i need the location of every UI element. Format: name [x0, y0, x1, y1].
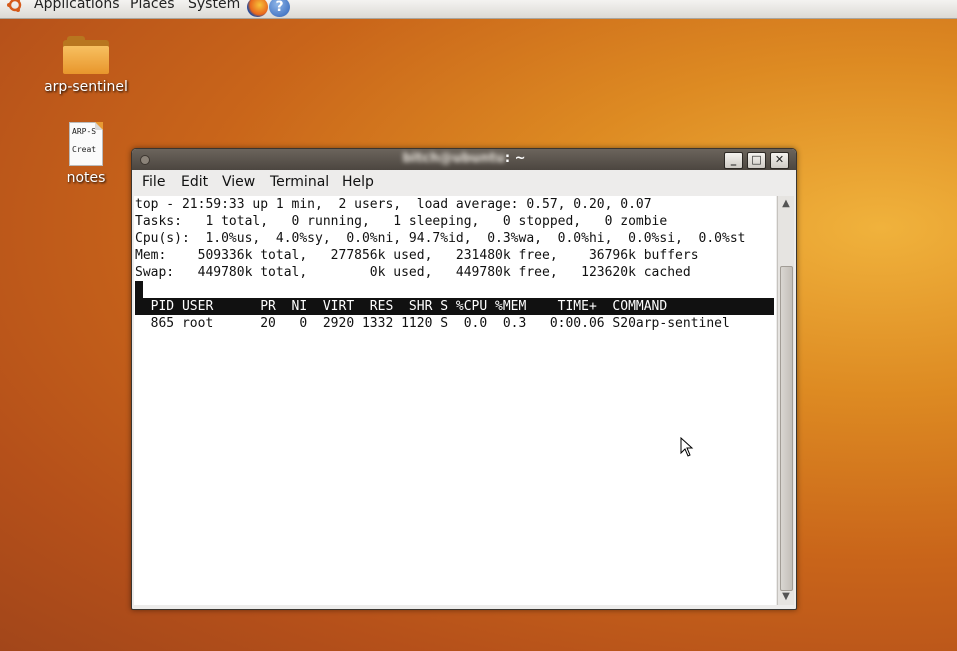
help-icon[interactable]: ?: [269, 0, 290, 17]
scrollbar-thumb[interactable]: [780, 266, 793, 591]
terminal-scrollbar[interactable]: ▲ ▼: [777, 196, 794, 605]
text-file-icon: ARP-S Creat: [69, 122, 103, 166]
scroll-down-arrow-icon[interactable]: ▼: [778, 589, 794, 605]
process-row: 865 root 20 0 2920 1332 1120 S 0.0 0.3 0…: [135, 316, 730, 331]
top-summary-line: top - 21:59:33 up 1 min, 2 users, load a…: [135, 197, 652, 212]
menu-view[interactable]: View: [222, 174, 255, 190]
desktop-icon-arp-sentinel[interactable]: arp-sentinel: [36, 36, 136, 95]
firefox-icon[interactable]: [247, 0, 268, 17]
text-cursor: [135, 281, 143, 298]
folder-icon: [63, 36, 109, 74]
scroll-up-arrow-icon[interactable]: ▲: [778, 196, 794, 212]
menu-edit[interactable]: Edit: [181, 174, 208, 190]
menu-terminal[interactable]: Terminal: [270, 174, 329, 190]
mem-line: Mem: 509336k total, 277856k used, 231480…: [135, 248, 699, 263]
system-menu[interactable]: System: [188, 0, 240, 12]
desktop-icon-label: arp-sentinel: [44, 79, 128, 95]
minimize-button[interactable]: _: [724, 152, 743, 169]
tasks-line: Tasks: 1 total, 0 running, 1 sleeping, 0…: [135, 214, 668, 229]
menu-help[interactable]: Help: [342, 174, 374, 190]
menu-file[interactable]: File: [142, 174, 165, 190]
swap-line: Swap: 449780k total, 0k used, 449780k fr…: [135, 265, 691, 280]
desktop-icon-label: notes: [66, 170, 106, 186]
mouse-pointer-icon: [680, 437, 694, 457]
window-titlebar[interactable]: bitch@ubuntu: ~ _ □ ✕: [132, 149, 796, 170]
desktop-icon-notes[interactable]: ARP-S Creat notes: [36, 122, 136, 186]
top-panel: Applications Places System ?: [0, 0, 957, 19]
places-menu[interactable]: Places: [130, 0, 175, 12]
window-title: bitch@ubuntu: ~: [402, 151, 526, 166]
terminal-output[interactable]: top - 21:59:33 up 1 min, 2 users, load a…: [134, 196, 776, 605]
cpu-line: Cpu(s): 1.0%us, 4.0%sy, 0.0%ni, 94.7%id,…: [135, 231, 746, 246]
applications-menu[interactable]: Applications: [34, 0, 120, 12]
menubar: File Edit View Terminal Help: [132, 171, 796, 195]
ubuntu-logo-icon[interactable]: [6, 0, 24, 13]
process-table-header: PID USER PR NI VIRT RES SHR S %CPU %MEM …: [135, 298, 774, 315]
terminal-window[interactable]: bitch@ubuntu: ~ _ □ ✕ File Edit View Ter…: [131, 148, 797, 610]
maximize-button[interactable]: □: [747, 152, 766, 169]
close-button[interactable]: ✕: [770, 152, 789, 169]
